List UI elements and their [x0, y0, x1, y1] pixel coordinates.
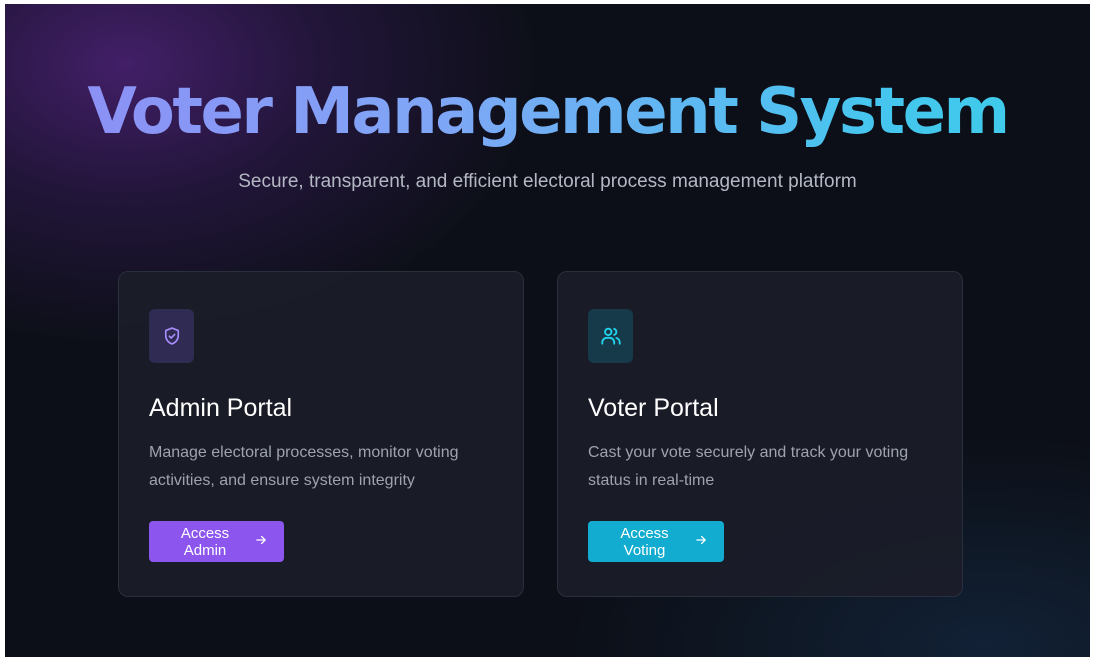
- admin-portal-description: Manage electoral processes, monitor voti…: [149, 444, 459, 489]
- access-admin-label: Access Admin: [180, 524, 230, 559]
- access-admin-button[interactable]: Access Admin: [149, 521, 284, 562]
- voter-portal-description: Cast your vote securely and track your v…: [588, 444, 909, 489]
- arrow-right-icon: [694, 533, 708, 550]
- page-title: Voter Management System: [5, 72, 1090, 152]
- admin-portal-card: Admin Portal Manage electoral processes,…: [118, 271, 524, 597]
- shield-check-icon: [149, 309, 194, 363]
- page-subtitle: Secure, transparent, and efficient elect…: [238, 171, 857, 192]
- access-voting-label: Access Voting: [620, 524, 669, 559]
- users-icon: [588, 309, 633, 363]
- app-window: Voter Management System Secure, transpar…: [5, 4, 1090, 657]
- voter-portal-title: Voter Portal: [588, 394, 719, 422]
- voter-portal-card: Voter Portal Cast your vote securely and…: [557, 271, 963, 597]
- access-voting-button[interactable]: Access Voting: [588, 521, 724, 562]
- admin-portal-title: Admin Portal: [149, 394, 293, 422]
- arrow-right-icon: [254, 533, 268, 550]
